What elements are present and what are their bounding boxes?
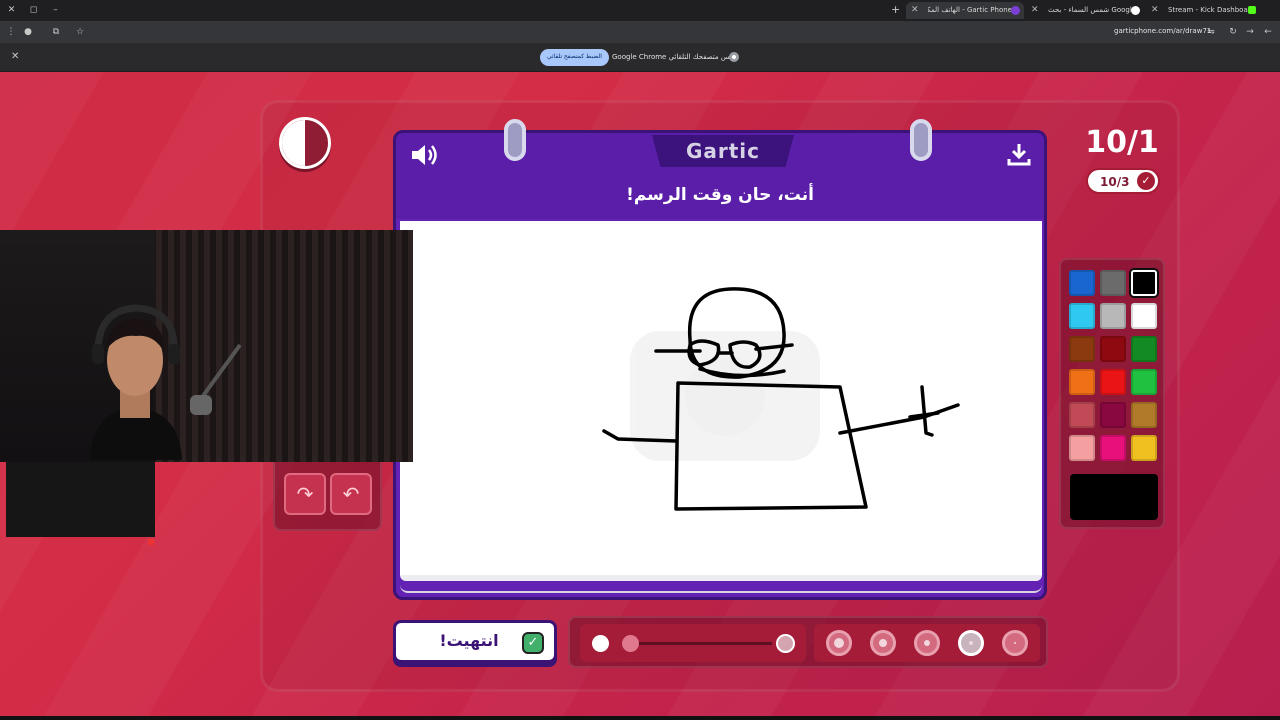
- opacity-slider-panel: [580, 624, 806, 662]
- binder-ring-right: [910, 119, 932, 161]
- color-swatch[interactable]: [1131, 369, 1157, 395]
- site-settings-icon[interactable]: ⇋: [1205, 26, 1217, 38]
- paper-edge: [400, 583, 1042, 593]
- color-swatch[interactable]: [1069, 336, 1095, 362]
- gartic-favicon-icon: [1011, 6, 1020, 15]
- overlay-panel: [6, 462, 155, 537]
- done-button[interactable]: انتهيت! ✓: [393, 620, 557, 663]
- drawing-strokes: [602, 287, 960, 511]
- restore-window-icon[interactable]: ◻: [28, 5, 39, 16]
- tab-title: Stream - Kick Dashboard: [1168, 6, 1255, 14]
- color-swatch[interactable]: [1131, 435, 1157, 461]
- color-swatch[interactable]: [1131, 336, 1157, 362]
- streamer-figure: [90, 304, 182, 460]
- address-url[interactable]: garticphone.com/ar/draw71: [1114, 27, 1211, 35]
- color-swatch[interactable]: [1100, 270, 1126, 296]
- overlay-marker: [148, 539, 154, 545]
- infobar-message: Google Chrome ليس متصفحك التلقائي.: [612, 53, 736, 61]
- brush-size-button[interactable]: [870, 630, 896, 656]
- color-swatch[interactable]: [1100, 435, 1126, 461]
- brush-size-button[interactable]: [914, 630, 940, 656]
- close-icon[interactable]: ✕: [11, 51, 19, 62]
- color-swatch[interactable]: [1069, 303, 1095, 329]
- profile-icon[interactable]: ●: [22, 26, 34, 38]
- color-swatch[interactable]: [1131, 402, 1157, 428]
- gartic-logo: Gartic: [685, 139, 761, 163]
- opacity-min-dot: [592, 635, 609, 652]
- undo-icon: ↶: [342, 482, 360, 506]
- close-tab-icon[interactable]: ✕: [911, 2, 919, 19]
- brush-controls: [568, 616, 1048, 668]
- color-swatch[interactable]: [1100, 336, 1126, 362]
- opacity-slider-track[interactable]: [632, 642, 772, 645]
- undo-button[interactable]: ↶: [330, 473, 372, 515]
- brush-size-button[interactable]: [1002, 630, 1028, 656]
- binder-ring-left: [504, 119, 526, 161]
- forward-icon[interactable]: →: [1244, 26, 1256, 38]
- download-icon[interactable]: [1006, 141, 1032, 167]
- drawing-prompt: أنت، حان وقت الرسم!: [626, 185, 814, 205]
- color-swatch[interactable]: [1100, 402, 1126, 428]
- brush-size-button[interactable]: [826, 630, 852, 656]
- set-default-button[interactable]: الضبط كمتصفح تلقائي: [540, 49, 609, 66]
- tab-kick-dashboard[interactable]: ✕ Stream - Kick Dashboard: [1146, 2, 1264, 19]
- opacity-slider-handle[interactable]: [622, 635, 639, 652]
- tab-title: شمس السماء - بحث Google: [1048, 6, 1132, 14]
- color-swatch[interactable]: [1100, 369, 1126, 395]
- color-swatch[interactable]: [1069, 369, 1095, 395]
- brush-size-button[interactable]: [958, 630, 984, 656]
- color-swatch[interactable]: [1100, 303, 1126, 329]
- speaker-icon[interactable]: [410, 143, 440, 167]
- close-tab-icon[interactable]: ✕: [1151, 2, 1159, 19]
- check-icon: ✓: [1137, 172, 1155, 190]
- players-done-count: 10/3: [1100, 175, 1130, 189]
- microphone-icon: [190, 343, 242, 415]
- kick-favicon-icon: [1248, 6, 1256, 14]
- default-browser-infobar: ✕ الضبط كمتصفح تلقائي Google Chrome ليس …: [0, 43, 1280, 72]
- reload-icon[interactable]: ↻: [1227, 26, 1239, 38]
- color-swatch[interactable]: [1069, 435, 1095, 461]
- tab-title: Gartic Phone - الهاتف المكسور: [928, 6, 1012, 14]
- checkmark-icon: ✓: [522, 632, 544, 654]
- back-icon[interactable]: ←: [1262, 26, 1274, 38]
- players-done-badge: 10/3 ✓: [1086, 168, 1160, 194]
- color-palette: [1059, 258, 1165, 529]
- close-tab-icon[interactable]: ✕: [1031, 2, 1039, 19]
- opacity-max-dot: [776, 634, 795, 653]
- webcam-overlay: [0, 230, 413, 462]
- timer-icon: [279, 117, 331, 169]
- color-swatch[interactable]: [1069, 402, 1095, 428]
- color-swatch[interactable]: [1131, 303, 1157, 329]
- browser-toolbar: ⋮ ● ⧉ ☆ garticphone.com/ar/draw71 ⇋ ↻ → …: [0, 21, 1280, 43]
- bookmark-star-icon[interactable]: ☆: [74, 26, 86, 38]
- done-button-label: انتهيت!: [439, 631, 499, 650]
- tab-gartic[interactable]: ✕ Gartic Phone - الهاتف المكسور: [906, 2, 1024, 19]
- drawing-board: Gartic أنت، حان وقت الرسم!: [393, 119, 1047, 600]
- brush-size-panel: [814, 624, 1040, 662]
- extensions-icon[interactable]: ⧉: [50, 26, 62, 38]
- bottom-strip: [0, 716, 1280, 720]
- close-window-icon[interactable]: ✕: [6, 5, 17, 16]
- redo-button[interactable]: ↷: [284, 473, 326, 515]
- new-tab-button[interactable]: +: [891, 3, 900, 16]
- round-counter: 10/1: [1085, 125, 1159, 160]
- color-swatch[interactable]: [1069, 270, 1095, 296]
- color-swatch[interactable]: [1131, 270, 1157, 296]
- minimize-window-icon[interactable]: –: [50, 5, 61, 16]
- current-color-preview: [1070, 474, 1158, 520]
- drawing-canvas[interactable]: [400, 221, 1042, 581]
- browser-tab-bar: ✕ ◻ – + ✕ Gartic Phone - الهاتف المكسور …: [0, 0, 1280, 21]
- menu-dots-icon[interactable]: ⋮: [5, 26, 17, 38]
- redo-icon: ↷: [296, 482, 314, 506]
- chrome-logo-icon: [729, 52, 739, 62]
- google-favicon-icon: [1131, 6, 1140, 15]
- tab-google-search[interactable]: ✕ شمس السماء - بحث Google: [1026, 2, 1144, 19]
